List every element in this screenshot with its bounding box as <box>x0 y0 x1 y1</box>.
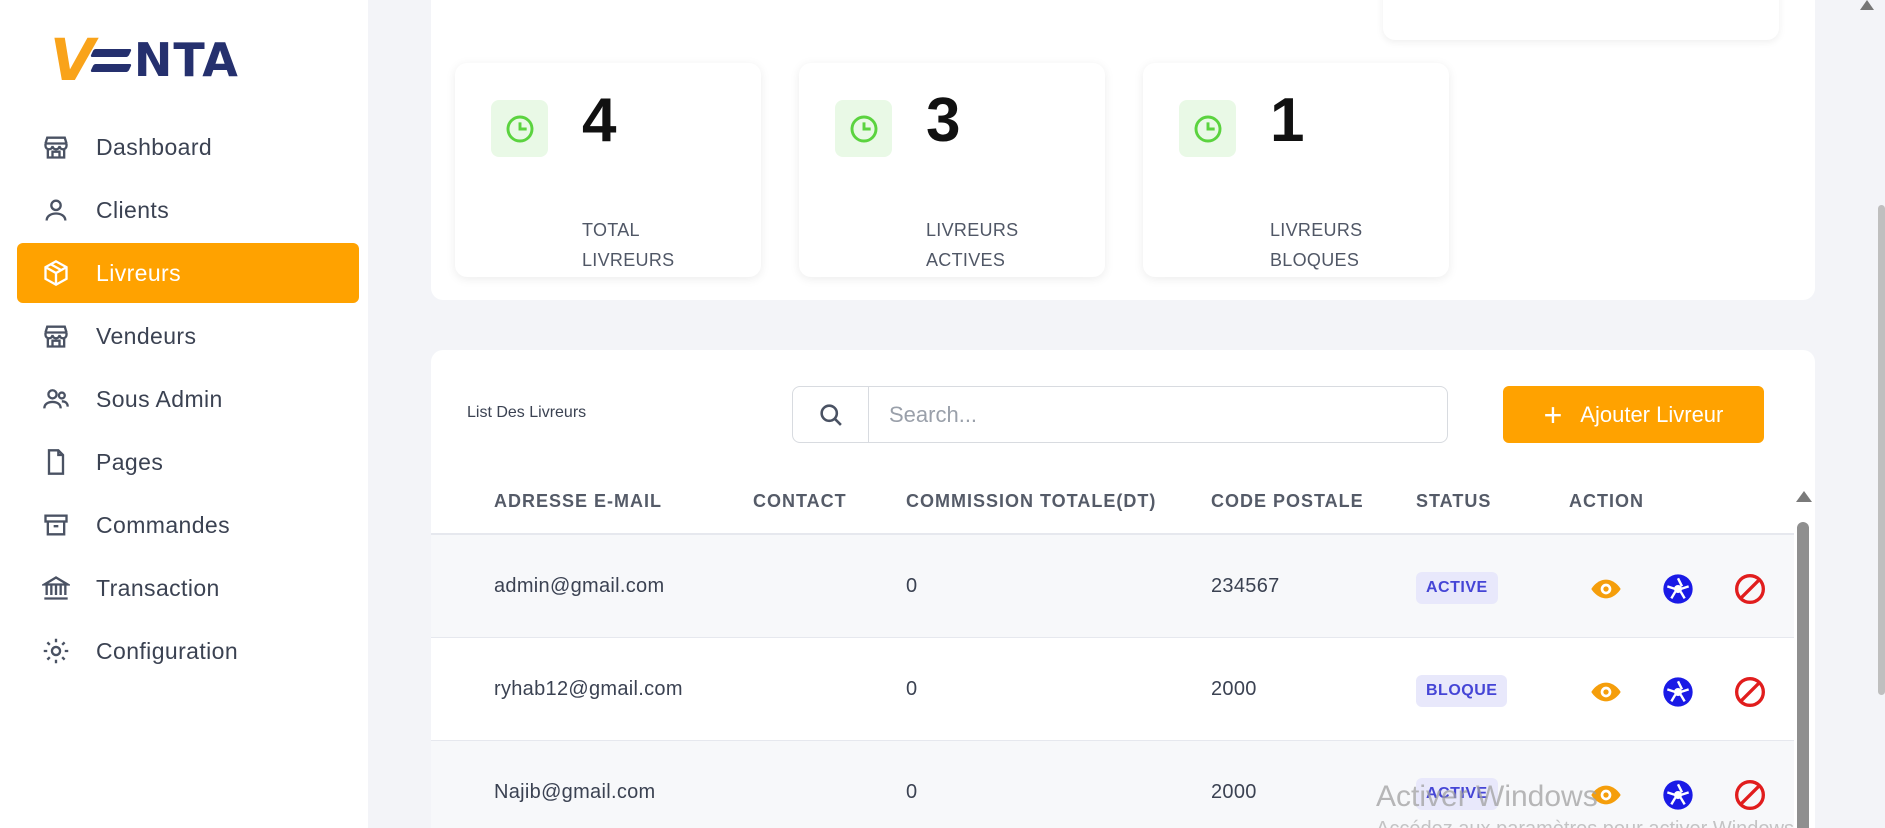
store-icon <box>41 132 71 162</box>
table-header: ADRESSE E-MAIL CONTACT COMMISSION TOTALE… <box>431 470 1794 535</box>
livreurs-table: ADRESSE E-MAIL CONTACT COMMISSION TOTALE… <box>431 470 1794 828</box>
logo[interactable]: V NTA <box>50 26 239 94</box>
aperture-icon[interactable] <box>1661 572 1695 606</box>
windows-activation-subtitle: Accédez aux paramètres pour activer Wind… <box>1376 818 1800 828</box>
block-icon[interactable] <box>1733 778 1767 812</box>
add-livreur-label: Ajouter Livreur <box>1580 401 1724 427</box>
sidebar-nav: Dashboard Clients Livreurs Vendeurs Sous… <box>17 117 359 684</box>
cell-email: Najib@gmail.com <box>494 781 656 803</box>
stat-value: 3 <box>926 86 961 155</box>
stat-card-actives: 3 LIVREURS ACTIVES <box>799 63 1105 277</box>
sidebar-item-label: Dashboard <box>96 133 213 160</box>
stat-card-total: 4 TOTAL LIVREURS <box>455 63 761 277</box>
clock-icon <box>1179 100 1236 157</box>
cell-commission: 0 <box>906 575 918 597</box>
cell-email: admin@gmail.com <box>494 575 665 597</box>
stat-label: TOTAL LIVREURS <box>582 220 675 270</box>
sidebar-item-label: Configuration <box>96 637 239 664</box>
sidebar-item-label: Commandes <box>96 511 230 538</box>
stat-value: 1 <box>1270 86 1305 155</box>
store-icon <box>41 321 71 351</box>
logo-text: V NTA <box>50 26 239 94</box>
sidebar-item-label: Livreurs <box>96 259 182 286</box>
user-icon <box>41 195 71 225</box>
sidebar-item-clients[interactable]: Clients <box>17 180 359 240</box>
status-badge: BLOQUE <box>1416 675 1508 707</box>
cell-commission: 0 <box>906 781 918 803</box>
sidebar-item-configuration[interactable]: Configuration <box>17 621 359 681</box>
logo-wordmark: NTA <box>133 33 239 87</box>
table-row: ryhab12@gmail.com 0 2000 BLOQUE <box>431 638 1794 741</box>
sidebar: V NTA Dashboard Clients Livreurs Vendeur… <box>0 0 368 828</box>
view-icon[interactable] <box>1589 572 1623 606</box>
stat-card-bloques: 1 LIVREURS BLOQUES <box>1143 63 1449 277</box>
stat-value: 4 <box>582 86 617 155</box>
stat-label: LIVREURS ACTIVES <box>926 220 1019 270</box>
sidebar-item-label: Pages <box>96 448 164 475</box>
box-icon <box>41 258 71 288</box>
clock-icon <box>491 100 548 157</box>
sidebar-item-sous-admin[interactable]: Sous Admin <box>17 369 359 429</box>
bank-icon <box>41 573 71 603</box>
column-header-contact[interactable]: CONTACT <box>753 491 847 512</box>
sidebar-item-label: Clients <box>96 196 170 223</box>
add-livreur-button[interactable]: + Ajouter Livreur <box>1503 386 1764 443</box>
plus-icon: + <box>1543 396 1563 433</box>
search-input[interactable] <box>868 386 1448 443</box>
sidebar-item-commandes[interactable]: Commandes <box>17 495 359 555</box>
cell-code-postale: 2000 <box>1211 678 1257 700</box>
block-icon[interactable] <box>1733 572 1767 606</box>
cell-code-postale: 2000 <box>1211 781 1257 803</box>
sidebar-item-pages[interactable]: Pages <box>17 432 359 492</box>
clock-icon <box>835 100 892 157</box>
block-icon[interactable] <box>1733 675 1767 709</box>
stat-label: LIVREURS BLOQUES <box>1270 220 1363 270</box>
column-header-code-postale[interactable]: CODE POSTALE <box>1211 491 1364 512</box>
table-scroll-up-arrow[interactable] <box>1796 491 1812 502</box>
sidebar-item-vendeurs[interactable]: Vendeurs <box>17 306 359 366</box>
column-header-email[interactable]: ADRESSE E-MAIL <box>494 491 662 512</box>
column-header-commission[interactable]: COMMISSION TOTALE(DT) <box>906 491 1156 512</box>
cell-commission: 0 <box>906 678 918 700</box>
table-scrollbar[interactable] <box>1797 522 1809 828</box>
table-row: admin@gmail.com 0 234567 ACTIVE <box>431 535 1794 638</box>
windows-activation-watermark: Activer Windows <box>1376 780 1598 813</box>
gear-icon <box>41 636 71 666</box>
cell-code-postale: 234567 <box>1211 575 1280 597</box>
aperture-icon[interactable] <box>1661 778 1695 812</box>
cell-email: ryhab12@gmail.com <box>494 678 683 700</box>
status-badge: ACTIVE <box>1416 572 1498 604</box>
logo-e-mark <box>90 40 132 80</box>
view-icon[interactable] <box>1589 675 1623 709</box>
sidebar-item-livreurs[interactable]: Livreurs <box>17 243 359 303</box>
aperture-icon[interactable] <box>1661 675 1695 709</box>
sidebar-item-label: Transaction <box>96 574 220 601</box>
search-icon <box>820 403 842 426</box>
column-header-status[interactable]: STATUS <box>1416 491 1491 512</box>
page-scrollbar[interactable] <box>1878 205 1885 695</box>
sidebar-item-label: Vendeurs <box>96 322 197 349</box>
search-button[interactable] <box>792 386 870 443</box>
top-card <box>1383 0 1779 40</box>
column-header-action: ACTION <box>1569 491 1644 511</box>
file-icon <box>41 447 71 477</box>
archive-icon <box>41 510 71 540</box>
users-icon <box>41 384 71 414</box>
list-title: List Des Livreurs <box>467 404 587 421</box>
logo-v: V <box>50 26 96 94</box>
sidebar-item-label: Sous Admin <box>96 385 223 412</box>
sidebar-item-dashboard[interactable]: Dashboard <box>17 117 359 177</box>
page-scroll-up-arrow[interactable] <box>1860 0 1874 10</box>
sidebar-item-transaction[interactable]: Transaction <box>17 558 359 618</box>
livreurs-list-panel: List Des Livreurs + Ajouter Livreur ADRE… <box>431 350 1815 828</box>
